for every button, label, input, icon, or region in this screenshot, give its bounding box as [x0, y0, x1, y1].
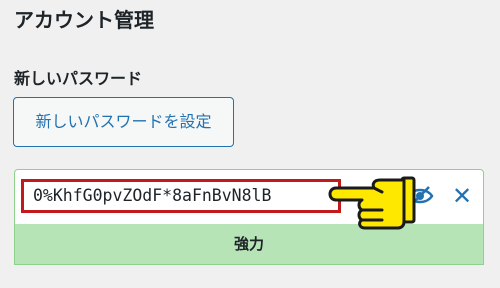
page-title: アカウント管理: [14, 8, 154, 32]
password-input[interactable]: 0%KhfG0pvZOdF*8aFnBvN8lB: [21, 179, 341, 213]
pointing-hand-icon: [322, 170, 418, 234]
close-icon[interactable]: ✕: [450, 184, 474, 208]
set-new-password-button[interactable]: 新しいパスワードを設定: [13, 97, 234, 147]
new-password-label: 新しいパスワード: [14, 69, 143, 88]
